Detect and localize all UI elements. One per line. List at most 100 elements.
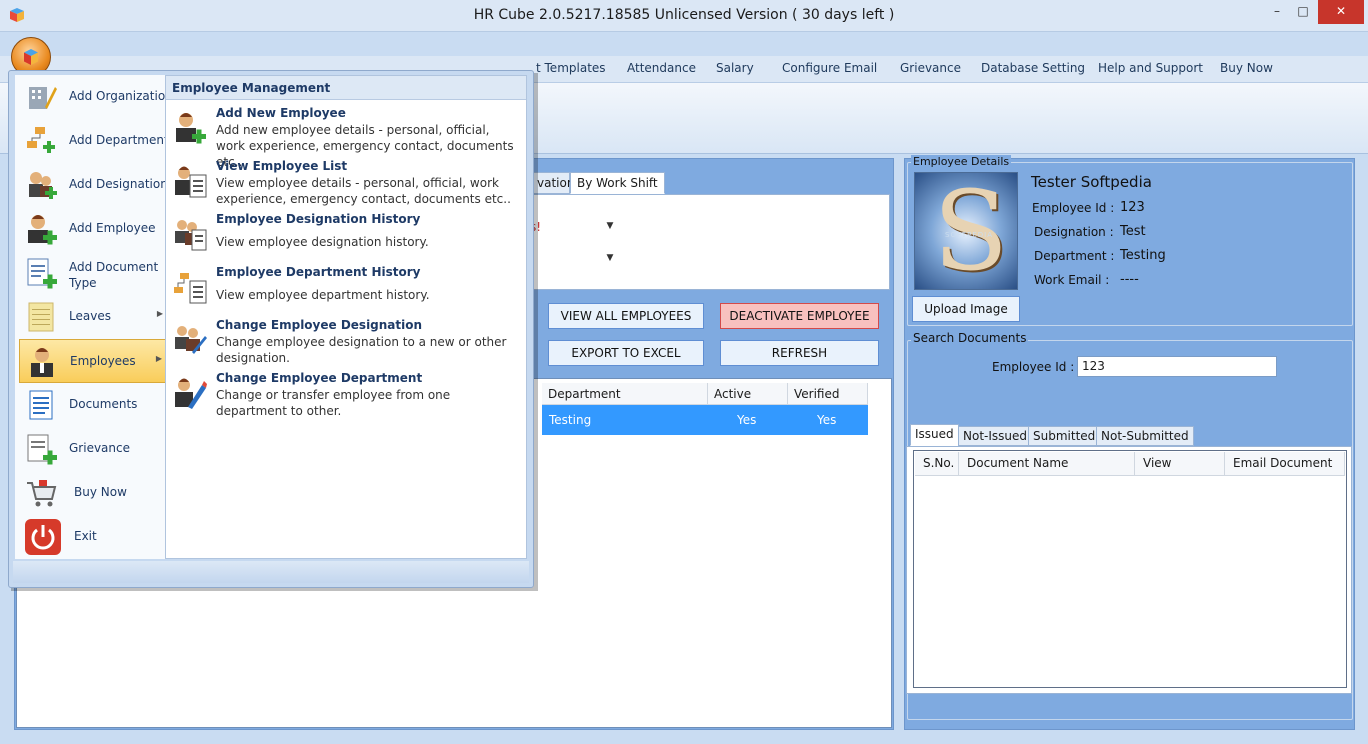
dropdown-arrow-icon[interactable]: ▼ — [602, 248, 618, 268]
menu-item-add-department[interactable]: Add Department — [19, 119, 169, 163]
col-verified[interactable]: Verified — [788, 383, 868, 405]
menu-item-label: Grievance — [69, 441, 130, 455]
tab-attendance[interactable]: Attendance — [627, 61, 696, 75]
menu-item-leaves[interactable]: Leaves ▶ — [19, 295, 169, 339]
submenu-item-title: Employee Designation History — [216, 212, 421, 226]
documents-grid — [913, 450, 1347, 688]
menu-item-label: Exit — [74, 529, 97, 543]
view-all-employees-button[interactable]: VIEW ALL EMPLOYEES — [548, 303, 704, 329]
dropdown-arrow-icon[interactable]: ▼ — [602, 216, 618, 236]
work-email-label: Work Email : — [1034, 273, 1110, 287]
tab-configure-email[interactable]: Configure Email — [782, 61, 877, 75]
submenu-item-title: Change Employee Department — [216, 371, 423, 385]
department-history-icon — [174, 273, 207, 304]
employee-photo: S SOFTPEDIA — [914, 172, 1018, 290]
filter-box — [530, 194, 890, 290]
submenu-item-title: Employee Department History — [216, 265, 421, 279]
refresh-button[interactable]: REFRESH — [720, 340, 879, 366]
menu-item-label: Employees — [70, 354, 136, 368]
col-document-name[interactable]: Document Name — [959, 452, 1135, 476]
cart-icon — [27, 480, 57, 507]
col-department[interactable]: Department — [542, 383, 708, 405]
maximize-button[interactable]: □ — [1290, 0, 1316, 24]
menu-item-grievance[interactable]: Grievance — [19, 427, 169, 471]
tab-salary[interactable]: Salary — [716, 61, 754, 75]
tab-templates[interactable]: t Templates — [536, 61, 606, 75]
doc-employee-id-input[interactable]: 123 — [1077, 356, 1277, 377]
department-label: Department : — [1034, 249, 1115, 263]
col-sno[interactable]: S.No. — [915, 452, 959, 476]
submenu-arrow-icon: ▶ — [155, 354, 162, 363]
tab-issued[interactable]: Issued — [910, 424, 959, 446]
submenu-item-desc: Change or transfer employee from one dep… — [216, 388, 451, 418]
tab-help-support[interactable]: Help and Support — [1098, 61, 1203, 75]
menu-item-exit[interactable]: Exit — [19, 515, 169, 559]
employee-submenu: Employee Management Add New Employee Add… — [165, 75, 527, 559]
grievance-icon — [27, 434, 57, 465]
upload-image-button[interactable]: Upload Image — [912, 296, 1020, 322]
department-icon — [27, 127, 55, 153]
menu-item-documents[interactable]: Documents — [19, 383, 169, 427]
tab-database-setting[interactable]: Database Setting — [981, 61, 1085, 75]
submenu-arrow-icon: ▶ — [156, 309, 163, 318]
tab-by-work-shift[interactable]: By Work Shift — [570, 172, 665, 194]
add-employee-icon — [28, 215, 57, 245]
close-button[interactable]: ✕ — [1318, 0, 1364, 24]
submenu-item-title: View Employee List — [216, 159, 348, 173]
menu-item-add-organization[interactable]: Add Organization — [19, 75, 173, 119]
change-designation-icon — [175, 326, 207, 354]
submenu-designation-history[interactable]: Employee Designation History View employ… — [166, 210, 526, 262]
designation-history-icon — [175, 220, 207, 251]
submenu-item-desc: Change employee designation to a new or … — [216, 335, 507, 365]
menu-item-label: Add Organization — [69, 89, 173, 103]
cell-verified: Yes — [817, 413, 837, 427]
tab-submitted[interactable]: Submitted — [1028, 426, 1101, 446]
submenu-change-department[interactable]: Change Employee Department Change or tra… — [166, 369, 526, 421]
menu-item-label: Buy Now — [74, 485, 127, 499]
cell-active: Yes — [737, 413, 757, 427]
submenu-change-designation[interactable]: Change Employee Designation Change emplo… — [166, 316, 526, 368]
submenu-item-title: Add New Employee — [216, 106, 346, 120]
submenu-item-desc: View employee details - personal, offici… — [216, 176, 511, 206]
cell-department: Testing — [549, 413, 592, 427]
documents-icon — [29, 390, 53, 420]
submenu-item-desc: View employee designation history. — [216, 235, 429, 249]
submenu-item-desc: View employee department history. — [216, 288, 430, 302]
menu-item-label: Add Designation — [69, 177, 168, 191]
submenu-view-employee-list[interactable]: View Employee List View employee details… — [166, 157, 526, 209]
deactivate-employee-button[interactable]: DEACTIVATE EMPLOYEE — [720, 303, 879, 329]
menu-item-add-document-type[interactable]: Add Document Type — [19, 251, 169, 295]
minimize-button[interactable]: – — [1264, 0, 1290, 24]
tab-buy-now[interactable]: Buy Now — [1220, 61, 1273, 75]
tab-grievance[interactable]: Grievance — [900, 61, 961, 75]
menu-item-buy-now[interactable]: Buy Now — [19, 471, 169, 515]
designation-value: Test — [1120, 224, 1146, 239]
work-email-value: ---- — [1120, 272, 1139, 287]
menu-item-label: Leaves — [69, 309, 111, 323]
change-department-icon — [175, 378, 207, 409]
employee-id-label: Employee Id : — [1032, 201, 1115, 215]
employee-id-value: 123 — [1120, 200, 1145, 215]
title-bar: HR Cube 2.0.5217.18585 Unlicensed Versio… — [0, 0, 1368, 32]
add-employee-icon — [176, 113, 206, 144]
window-title: HR Cube 2.0.5217.18585 Unlicensed Versio… — [473, 7, 895, 23]
tab-not-issued[interactable]: Not-Issued — [958, 426, 1033, 446]
employees-icon — [31, 348, 53, 377]
col-view[interactable]: View — [1135, 452, 1225, 476]
doc-employee-id-label: Employee Id : — [992, 360, 1075, 374]
power-icon — [25, 519, 61, 555]
menu-item-employees[interactable]: Employees ▶ — [19, 339, 169, 383]
export-to-excel-button[interactable]: EXPORT TO EXCEL — [548, 340, 704, 366]
submenu-department-history[interactable]: Employee Department History View employe… — [166, 263, 526, 315]
menu-item-label: Documents — [69, 397, 138, 411]
col-active[interactable]: Active — [708, 383, 788, 405]
menu-item-add-employee[interactable]: Add Employee — [19, 207, 169, 251]
department-value: Testing — [1120, 248, 1166, 263]
menu-item-add-designation[interactable]: Add Designation — [19, 163, 169, 207]
submenu-add-new-employee[interactable]: Add New Employee Add new employee detail… — [166, 104, 526, 169]
menu-item-list: Add Organization Add Department Add Desi… — [15, 75, 173, 559]
tab-not-submitted[interactable]: Not-Submitted — [1096, 426, 1194, 446]
employee-name: Tester Softpedia — [1031, 173, 1152, 191]
application-menu: Add Organization Add Department Add Desi… — [8, 70, 534, 588]
col-email-document[interactable]: Email Document — [1225, 452, 1345, 476]
